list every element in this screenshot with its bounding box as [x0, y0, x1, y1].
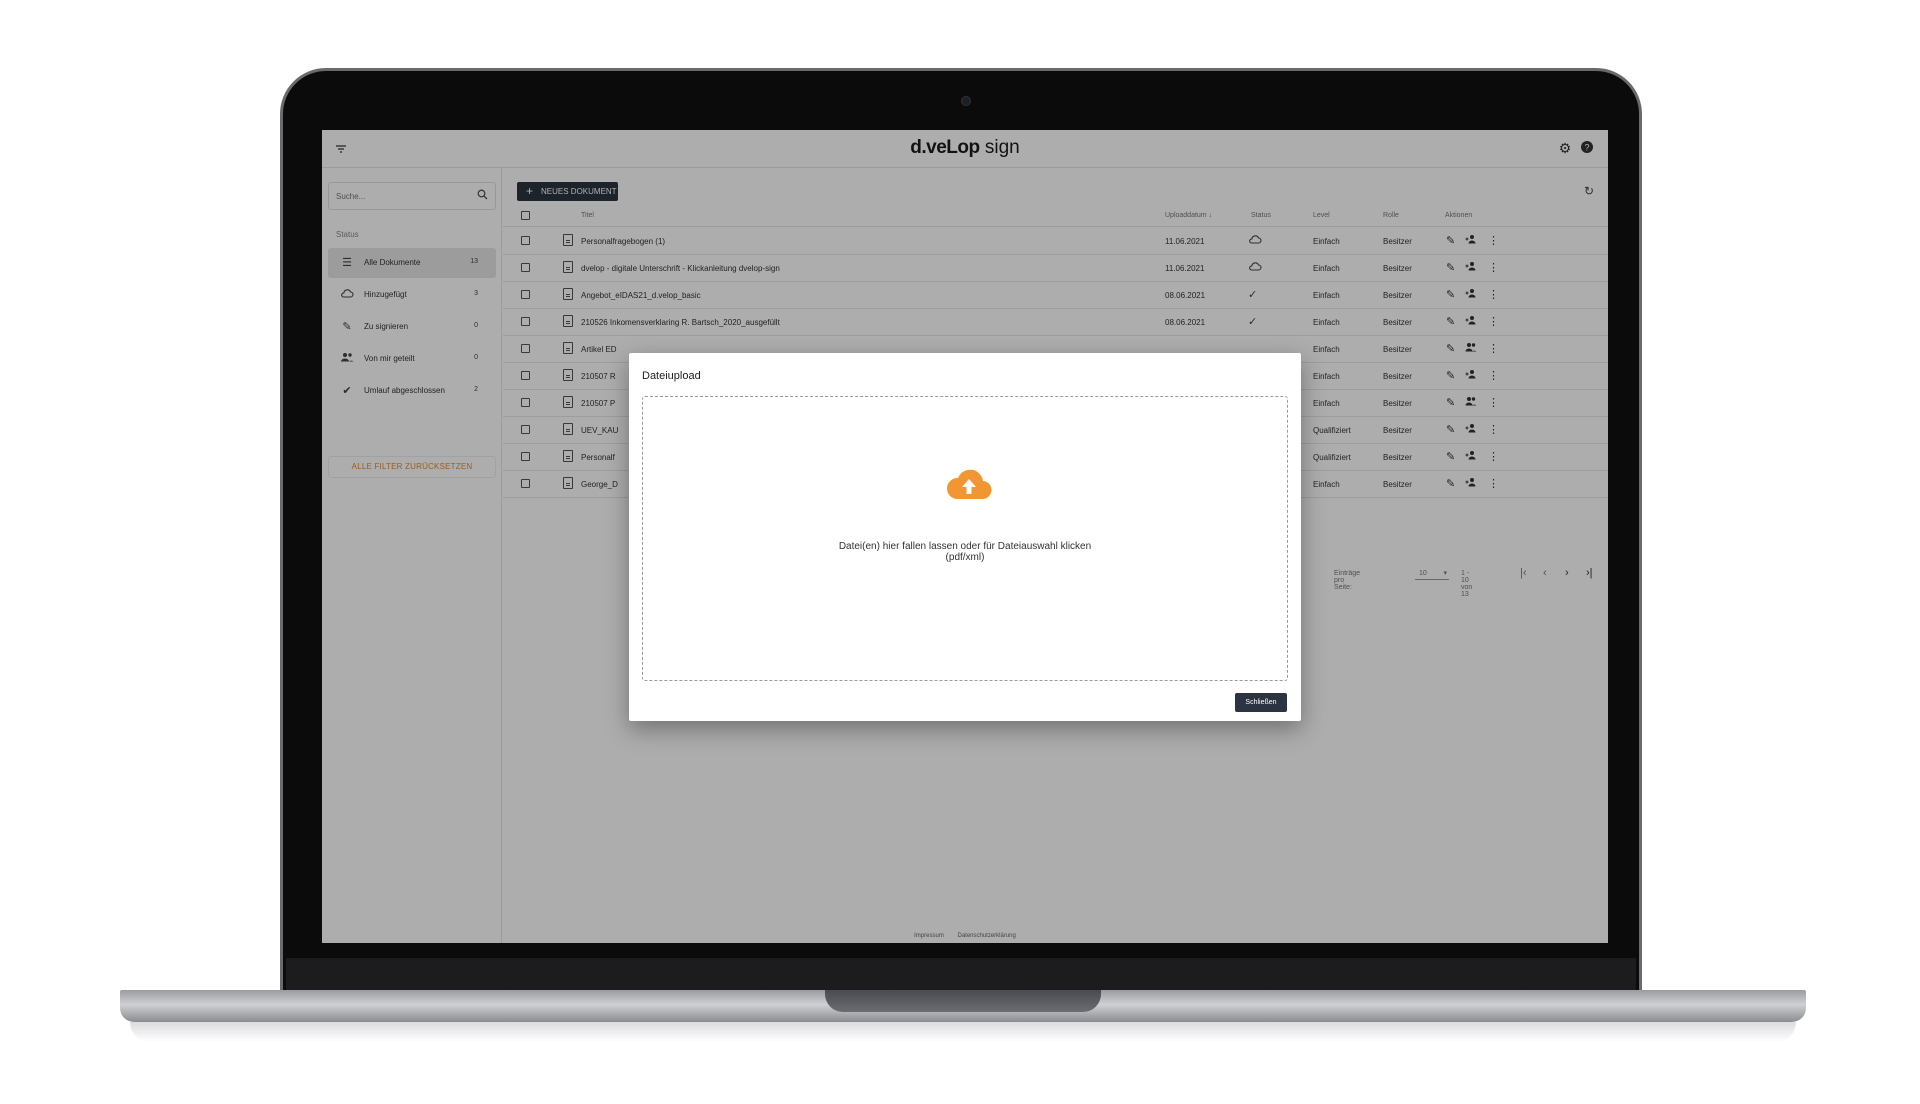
dialog-title: Dateiupload: [642, 370, 701, 382]
screen: d.veLop sign ⚙ ? Status ☰ Alle Dokumente…: [322, 130, 1608, 943]
cloud-upload-icon: [946, 469, 992, 500]
dropzone-line1: Datei(en) hier fallen lassen oder für Da…: [838, 541, 1092, 552]
laptop-bezel: [286, 958, 1636, 992]
camera: [961, 96, 971, 106]
dropzone-line2: (pdf/xml): [945, 552, 985, 563]
laptop-shadow: [130, 1022, 1796, 1042]
laptop-notch: [825, 990, 1101, 1012]
close-button[interactable]: Schließen: [1235, 693, 1287, 712]
file-dropzone[interactable]: Datei(en) hier fallen lassen oder für Da…: [642, 396, 1288, 681]
upload-dialog: Dateiupload Datei(en) hier fallen lassen…: [629, 353, 1301, 721]
dropzone-text: Datei(en) hier fallen lassen oder für Da…: [643, 541, 1287, 563]
